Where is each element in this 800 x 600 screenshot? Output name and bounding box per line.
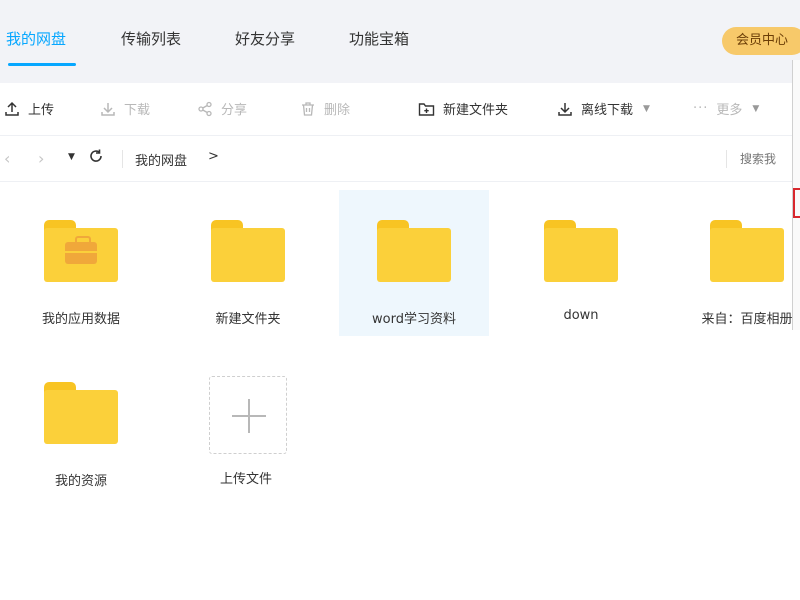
divider — [726, 150, 727, 168]
breadcrumb-arrow: > — [208, 149, 219, 164]
more-button[interactable]: ··· 更多 ▼ — [693, 99, 759, 118]
trash-icon — [302, 101, 314, 116]
download-icon — [101, 102, 115, 116]
search-input[interactable] — [740, 149, 800, 169]
chevron-down-icon: ▼ — [643, 103, 650, 114]
toolbox-icon — [65, 236, 97, 264]
folder-icon — [44, 382, 118, 444]
breadcrumb-my-drive[interactable]: 我的网盘 — [135, 150, 187, 169]
delete-label: 删除 — [324, 103, 351, 118]
upload-file-label: 上传文件 — [219, 472, 272, 487]
download-button[interactable]: 下载 — [100, 99, 150, 118]
folder-item[interactable]: 新建文件夹 — [173, 190, 323, 336]
folder-item[interactable]: down — [506, 190, 656, 336]
refresh-icon[interactable] — [88, 148, 104, 168]
offline-download-icon — [558, 102, 572, 116]
share-label: 分享 — [221, 103, 248, 118]
plus-icon — [209, 376, 287, 454]
folder-icon — [377, 220, 451, 282]
divider — [122, 150, 123, 168]
back-arrow-icon[interactable]: ‹ — [4, 149, 10, 168]
breadcrumb-bar: ‹ › ▼ 我的网盘 > — [0, 135, 800, 182]
share-button[interactable]: 分享 — [197, 99, 247, 118]
folder-icon — [544, 220, 618, 282]
folder-icon — [44, 220, 118, 282]
folder-name: 我的应用数据 — [41, 312, 120, 327]
folder-name: down — [563, 308, 599, 323]
new-folder-icon — [418, 102, 435, 116]
upload-icon — [5, 101, 19, 116]
new-folder-label: 新建文件夹 — [443, 103, 509, 118]
folder-name: 来自：百度相册 — [701, 312, 792, 327]
upload-label: 上传 — [28, 103, 55, 118]
upload-file-tile[interactable]: 上传文件 — [171, 350, 321, 496]
new-folder-button[interactable]: 新建文件夹 — [418, 99, 508, 118]
delete-button[interactable]: 删除 — [300, 99, 350, 118]
tab-my-drive[interactable]: 我的网盘 — [6, 28, 66, 49]
folder-name: 新建文件夹 — [215, 312, 281, 327]
tab-transfer-list[interactable]: 传输列表 — [121, 28, 181, 49]
share-icon — [198, 101, 212, 116]
vip-center-button[interactable]: 会员中心 — [722, 27, 800, 55]
highlight-marker — [793, 188, 800, 218]
folder-name: 我的资源 — [54, 474, 107, 489]
download-label: 下载 — [124, 103, 151, 118]
upload-button[interactable]: 上传 — [4, 99, 54, 118]
more-label: 更多 — [716, 103, 743, 118]
history-dropdown-icon[interactable]: ▼ — [68, 152, 75, 162]
folder-icon — [211, 220, 285, 282]
tab-toolbox[interactable]: 功能宝箱 — [349, 28, 409, 49]
chevron-down-icon: ▼ — [752, 103, 760, 114]
forward-arrow-icon[interactable]: › — [38, 149, 44, 168]
folder-icon — [710, 220, 784, 282]
toolbar: 上传 下载 分享 删除 新建文件夹 离线下载 ▼ ··· 更多 ▼ — [0, 83, 800, 135]
tab-friend-share[interactable]: 好友分享 — [235, 28, 295, 49]
top-nav: 我的网盘 传输列表 好友分享 功能宝箱 会员中心 — [0, 0, 800, 83]
folder-item[interactable]: word学习资料 — [339, 190, 489, 336]
more-dots-icon: ··· — [693, 101, 709, 116]
active-tab-indicator — [8, 63, 76, 66]
folder-name: word学习资料 — [372, 312, 456, 327]
folder-item[interactable]: 我的资源 — [6, 352, 156, 498]
offline-download-label: 离线下载 — [581, 103, 634, 118]
folder-item[interactable]: 我的应用数据 — [6, 190, 156, 336]
folder-item[interactable]: 来自：百度相册 — [672, 190, 792, 336]
offline-download-button[interactable]: 离线下载 ▼ — [557, 99, 650, 118]
